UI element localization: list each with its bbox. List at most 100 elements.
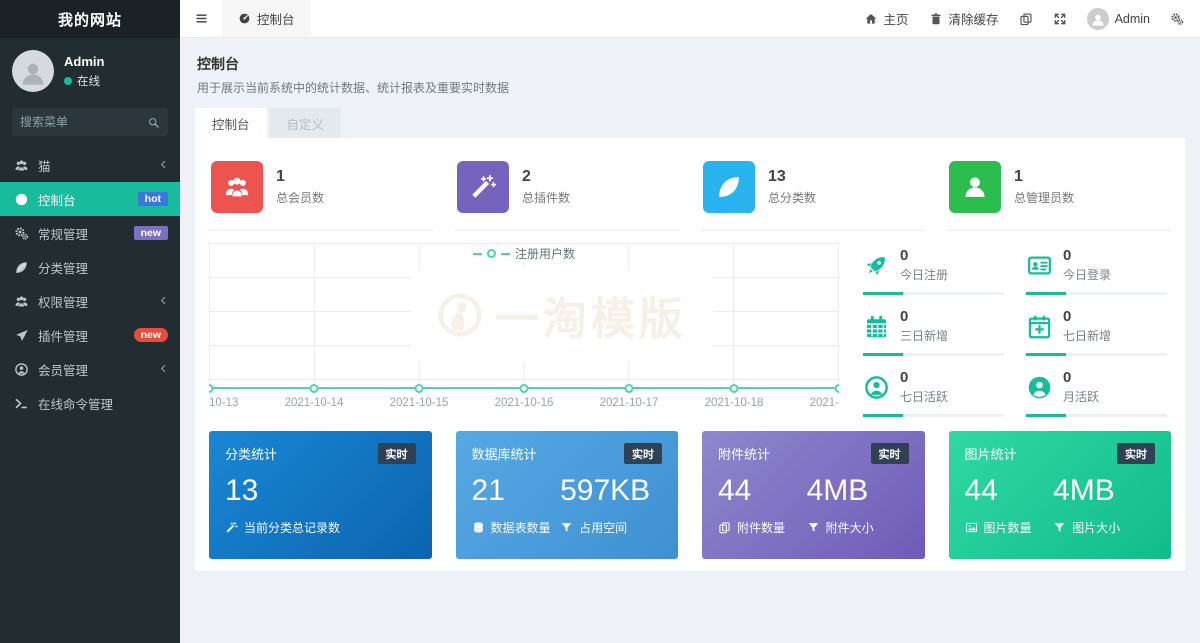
home-link[interactable]: 主页 — [864, 9, 909, 28]
legend-label: 注册用户数 — [515, 245, 575, 262]
home-icon — [864, 12, 878, 26]
user-circle-icon — [14, 362, 29, 377]
stat-total-categories[interactable]: 13 总分类数 — [701, 148, 925, 231]
site-title[interactable]: 我的网站 — [0, 0, 180, 38]
mini-stat-today-login[interactable]: 0 今日登录 — [1026, 247, 1171, 295]
sidebar-item-general[interactable]: 常规管理 new — [0, 216, 180, 250]
data-point-marker — [729, 384, 738, 393]
card-value: 44 — [718, 473, 807, 509]
topbar-tab-dashboard[interactable]: 控制台 — [222, 0, 311, 37]
sidebar-item-category[interactable]: 分类管理 — [0, 250, 180, 284]
mini-stat-7day-active[interactable]: 0七日活跃 — [863, 369, 1008, 417]
magic-wand-icon — [225, 521, 238, 534]
page-subtitle: 用于展示当前系统中的统计数据、统计报表及重要实时数据 — [197, 79, 1183, 96]
terminal-icon — [14, 396, 29, 411]
card-metric-label: 图片大小 — [1072, 519, 1120, 536]
user-circle-filled-icon — [1026, 374, 1053, 401]
rocket-icon — [863, 252, 890, 279]
user-menu[interactable]: Admin — [1087, 8, 1150, 30]
sidebar-item-auth[interactable]: 权限管理 — [0, 284, 180, 318]
card-database-stats[interactable]: 数据库统计实时 21 数据表数量 597KB 占用空间 — [456, 431, 679, 559]
mini-stat-label: 七日新增 — [1063, 327, 1111, 344]
mini-stat-month-active[interactable]: 0月活跃 — [1026, 369, 1171, 417]
card-value: 4MB — [1053, 473, 1155, 509]
mini-stat-label: 今日登录 — [1063, 266, 1111, 283]
settings-button[interactable] — [1170, 12, 1184, 26]
card-metric-label: 数据表数量 — [491, 519, 551, 536]
watermark-logo-icon — [437, 292, 483, 338]
clear-cache-button[interactable]: 清除缓存 — [929, 9, 999, 28]
funnel-icon — [807, 521, 820, 534]
card-title: 分类统计 — [225, 444, 277, 463]
mini-stat-label: 月活跃 — [1063, 388, 1099, 405]
leaf-icon — [703, 161, 755, 213]
mini-stat-today-register[interactable]: 0今日注册 — [863, 247, 1008, 295]
stat-total-admins[interactable]: 1总管理员数 — [947, 148, 1171, 231]
card-image-stats[interactable]: 图片统计实时 44 图片数量 4MB 图片大小 — [949, 431, 1172, 559]
mini-stat-7day-new[interactable]: 0 七日新增 — [1026, 308, 1171, 356]
sidebar-item-cat[interactable]: 猫 — [0, 148, 180, 182]
fullscreen-button[interactable] — [1053, 12, 1067, 26]
cogs-icon — [14, 226, 29, 241]
summary-cards: 分类统计实时 13 当前分类总记录数 数据库统计实时 21 — [209, 431, 1171, 559]
user-icon — [949, 161, 1001, 213]
tab-custom[interactable]: 自定义 — [270, 108, 342, 138]
magic-wand-icon — [457, 161, 509, 213]
sidebar-item-label: 控制台 — [38, 190, 138, 209]
chart-legend[interactable]: 注册用户数 — [467, 245, 581, 262]
stat-total-members[interactable]: 1总会员数 — [209, 148, 433, 231]
registered-users-chart[interactable]: 注册用户数 一淘模版 2021- — [209, 241, 839, 409]
stat-label: 总分类数 — [768, 189, 816, 206]
realtime-badge: 实时 — [378, 443, 416, 464]
stat-value: 13 — [768, 168, 816, 186]
stat-value: 2 — [522, 168, 570, 186]
stat-label: 总会员数 — [276, 189, 324, 206]
sidebar-item-dashboard[interactable]: 控制台 hot — [0, 182, 180, 216]
mini-stats: 0今日注册 0 今日登录 0三日新增 0 七日新增 — [863, 241, 1171, 417]
hamburger-icon — [194, 11, 209, 26]
stat-label: 总插件数 — [522, 189, 570, 206]
id-card-icon — [1026, 252, 1053, 279]
chevron-left-icon — [159, 294, 168, 308]
topbar-actions: 主页 清除缓存 Admin — [864, 8, 1200, 30]
stat-total-addons[interactable]: 2 总插件数 — [455, 148, 679, 231]
card-metric-label: 附件数量 — [737, 519, 785, 536]
realtime-badge: 实时 — [624, 443, 662, 464]
sidebar-item-command[interactable]: 在线命令管理 — [0, 386, 180, 420]
card-attachment-stats[interactable]: 附件统计实时 44 附件数量 4MB 附件大小 — [702, 431, 925, 559]
user-status-label: 在线 — [77, 73, 100, 89]
hot-badge: hot — [138, 192, 168, 207]
x-axis-label: 2021-10-17 — [600, 397, 659, 409]
users-icon — [14, 294, 29, 309]
sidebar: 我的网站 Admin 在线 猫 控制台 hot — [0, 0, 180, 643]
mini-stat-value: 0 — [1063, 247, 1111, 264]
middle-row: 注册用户数 一淘模版 2021- — [209, 241, 1171, 417]
sidebar-item-addon[interactable]: 插件管理 new — [0, 318, 180, 352]
new-badge: new — [134, 226, 168, 241]
card-metric-label: 附件大小 — [826, 519, 874, 536]
new-badge: new — [134, 328, 168, 343]
x-axis-label: 2021-10-13 — [209, 397, 238, 409]
pages-button[interactable] — [1019, 12, 1033, 26]
mini-stat-3day-new[interactable]: 0三日新增 — [863, 308, 1008, 356]
expand-icon — [1053, 12, 1067, 26]
data-point-marker — [835, 384, 840, 393]
card-category-stats[interactable]: 分类统计实时 13 当前分类总记录数 — [209, 431, 432, 559]
main-content: 控制台 用于展示当前系统中的统计数据、统计报表及重要实时数据 控制台 自定义 1… — [180, 38, 1200, 643]
sidebar-item-label: 插件管理 — [38, 326, 134, 345]
stat-tiles: 1总会员数 2 总插件数 13 总分类数 1总管理员数 — [209, 148, 1171, 231]
search-input[interactable] — [20, 115, 147, 129]
mini-stat-value: 0 — [1063, 308, 1111, 325]
x-axis-label: 2021-10-16 — [495, 397, 554, 409]
clear-cache-label: 清除缓存 — [949, 9, 999, 28]
sidebar-item-member[interactable]: 会员管理 — [0, 352, 180, 386]
search-icon[interactable] — [147, 116, 160, 129]
realtime-badge: 实时 — [871, 443, 909, 464]
card-value: 4MB — [807, 473, 909, 509]
menu-toggle-button[interactable] — [180, 0, 222, 37]
funnel-icon — [560, 521, 573, 534]
legend-marker-icon — [487, 249, 496, 258]
tab-dashboard[interactable]: 控制台 — [195, 108, 267, 138]
funnel-icon — [1053, 521, 1066, 534]
data-point-marker — [520, 384, 529, 393]
